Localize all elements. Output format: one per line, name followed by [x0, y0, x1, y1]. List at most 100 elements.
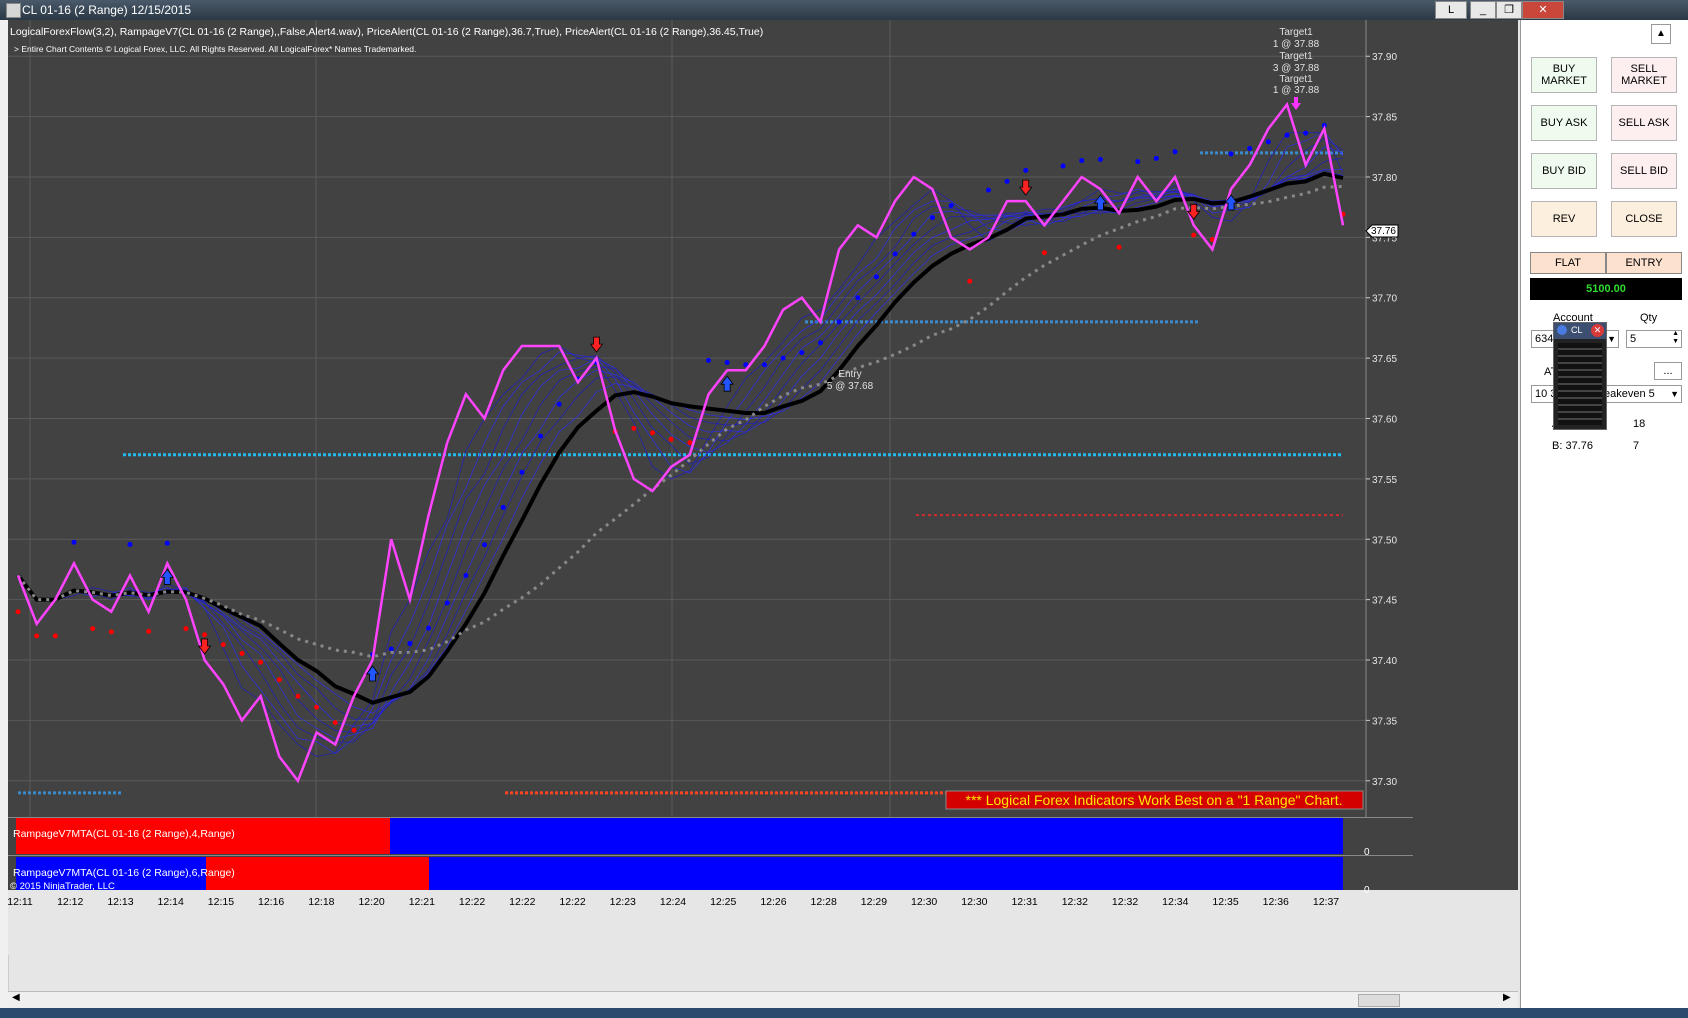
trend-dot-blue	[1135, 159, 1141, 165]
qty-label: Qty	[1640, 312, 1658, 324]
x-tick-label: 12:37	[1313, 896, 1339, 908]
trend-dot-blue	[985, 187, 991, 193]
x-tick-label: 12:26	[760, 896, 786, 908]
sell-bid-button[interactable]: SELL BID	[1611, 153, 1677, 189]
entry-detail: 5 @ 37.68	[827, 381, 874, 392]
trend-dot-red	[332, 720, 338, 726]
buy-market-button[interactable]: BUY MARKET	[1531, 57, 1597, 93]
minimize-icon[interactable]: _	[1470, 1, 1496, 19]
x-tick-label: 12:24	[660, 896, 686, 908]
buy-bid-button[interactable]: BUY BID	[1531, 153, 1597, 189]
trend-dot-red	[967, 278, 973, 284]
subpanel-1: RampageV7MTA(CL 01-16 (2 Range),4,Range)…	[8, 817, 1413, 858]
x-tick-label: 12:16	[258, 896, 284, 908]
qty-spin-icon[interactable]: ▲ ▼	[1672, 330, 1679, 346]
trend-dot-red	[34, 633, 40, 639]
trend-dot-blue	[1172, 149, 1178, 155]
subpanel-1-label: RampageV7MTA(CL 01-16 (2 Range),4,Range)	[13, 828, 235, 840]
y-tick-label: 37.35	[1372, 716, 1397, 727]
x-tick-label: 12:14	[158, 896, 184, 908]
subpanel-2: RampageV7MTA(CL 01-16 (2 Range),6,Range)…	[8, 855, 1413, 896]
popup-title: CL	[1571, 325, 1583, 335]
x-tick-label: 12:22	[559, 896, 585, 908]
trend-dot-red	[351, 727, 357, 733]
scroll-thumb[interactable]	[1358, 994, 1400, 1007]
ask-row-value: 18	[1633, 418, 1646, 430]
x-tick-label: 12:28	[811, 896, 837, 908]
x-tick-label: 12:11	[8, 896, 33, 908]
horizontal-scrollbar[interactable]: ◀ ▶	[8, 991, 1518, 1008]
y-tick-label: 37.90	[1372, 52, 1397, 63]
trend-dot-red	[183, 626, 189, 632]
tab-l-button[interactable]: L	[1435, 1, 1467, 19]
x-tick-label: 12:34	[1162, 896, 1188, 908]
trend-dot-blue	[71, 539, 77, 545]
trend-dot-red	[650, 430, 656, 436]
atm-strategy-select[interactable]: eakeven 5 ▼	[1600, 385, 1682, 403]
atm-more-button[interactable]: ...	[1654, 362, 1682, 380]
trend-dot-red	[668, 436, 674, 442]
sell-market-button[interactable]: SELL MARKET	[1611, 57, 1677, 93]
window-titlebar: CL 01-16 (2 Range) 12/15/2015 L _ ❐ ✕	[0, 0, 1688, 20]
y-tick-label: 37.70	[1372, 294, 1397, 305]
trend-dot-red	[220, 642, 226, 648]
window-title: CL 01-16 (2 Range) 12/15/2015	[22, 3, 192, 17]
y-tick-label: 37.85	[1372, 113, 1397, 124]
trend-dot-red	[108, 629, 114, 635]
trend-dot-blue	[426, 625, 432, 631]
y-tick-label: 37.55	[1372, 475, 1397, 486]
popup-close-icon[interactable]: ✕	[1591, 324, 1604, 337]
pnl-value: 5100.00	[1586, 283, 1626, 295]
time-axis: 12:11 12:12 12:13 12:14 12:15 12:16 12:18 12:20…	[7, 890, 1518, 955]
y-tick-label: 37.60	[1372, 415, 1397, 426]
trend-dot-blue	[1023, 167, 1029, 173]
x-tick-label: 12:32	[1112, 896, 1138, 908]
trend-dot-red	[258, 659, 264, 665]
close-window-icon[interactable]: ✕	[1522, 1, 1564, 19]
trend-dot-red	[276, 677, 282, 683]
trend-dot-blue	[761, 362, 767, 368]
restore-icon[interactable]: ❐	[1496, 1, 1522, 19]
pnl-display: 5100.00	[1530, 278, 1682, 300]
banner-text: *** Logical Forex Indicators Work Best o…	[966, 792, 1343, 808]
trend-dot-blue	[1153, 155, 1159, 161]
trend-dot-red	[202, 632, 208, 638]
trend-dot-red	[1191, 232, 1197, 238]
close-button[interactable]: CLOSE	[1611, 201, 1677, 237]
trend-dot-blue	[1060, 163, 1066, 169]
panel-collapse-icon[interactable]: ▲	[1651, 24, 1671, 44]
trend-dot-red	[631, 425, 637, 431]
x-tick-label: 12:23	[610, 896, 636, 908]
y-tick-label: 37.50	[1372, 535, 1397, 546]
scroll-left-icon[interactable]: ◀	[12, 992, 20, 1003]
strategy-dropdown-icon[interactable]: ▼	[1670, 386, 1679, 402]
trend-dot-blue	[780, 355, 786, 361]
x-tick-label: 12:35	[1212, 896, 1238, 908]
scroll-right-icon[interactable]: ▶	[1503, 992, 1511, 1003]
x-tick-label: 12:22	[459, 896, 485, 908]
banner: *** Logical Forex Indicators Work Best o…	[945, 790, 1364, 810]
strategy-value: eakeven 5	[1604, 388, 1655, 400]
tab-l-label: L	[1447, 4, 1455, 16]
target-label-5: Target1	[1279, 74, 1313, 85]
x-tick-label: 12:18	[308, 896, 334, 908]
rev-button[interactable]: REV	[1531, 201, 1597, 237]
trend-dot-blue	[836, 319, 842, 325]
trend-dot-red	[687, 440, 693, 446]
trend-dot-blue	[388, 646, 394, 652]
chart-background	[8, 20, 1518, 955]
current-price-tag: 37.76	[1365, 224, 1399, 238]
chart-area[interactable]: 37.90 37.85 37.80 37.75 37.70 37.65 37.60 37.55…	[7, 20, 1518, 955]
trend-dot-blue	[164, 540, 170, 546]
flat-label: FLAT	[1554, 257, 1582, 269]
instrument-popup[interactable]: CL ✕	[1553, 322, 1607, 430]
subpanel-2-bear	[206, 857, 429, 890]
buy-ask-button[interactable]: BUY ASK	[1531, 105, 1597, 141]
qty-stepper[interactable]: 5 ▲ ▼	[1626, 330, 1682, 348]
sell-ask-button[interactable]: SELL ASK	[1611, 105, 1677, 141]
trend-dot-blue	[463, 572, 469, 578]
account-dropdown-icon[interactable]: ▼	[1607, 331, 1616, 347]
price-chart[interactable]: 37.9037.8537.8037.7537.7037.6537.6037.55…	[7, 20, 1518, 955]
trend-dot-blue	[1004, 178, 1010, 184]
y-tick-label: 37.30	[1372, 777, 1397, 788]
